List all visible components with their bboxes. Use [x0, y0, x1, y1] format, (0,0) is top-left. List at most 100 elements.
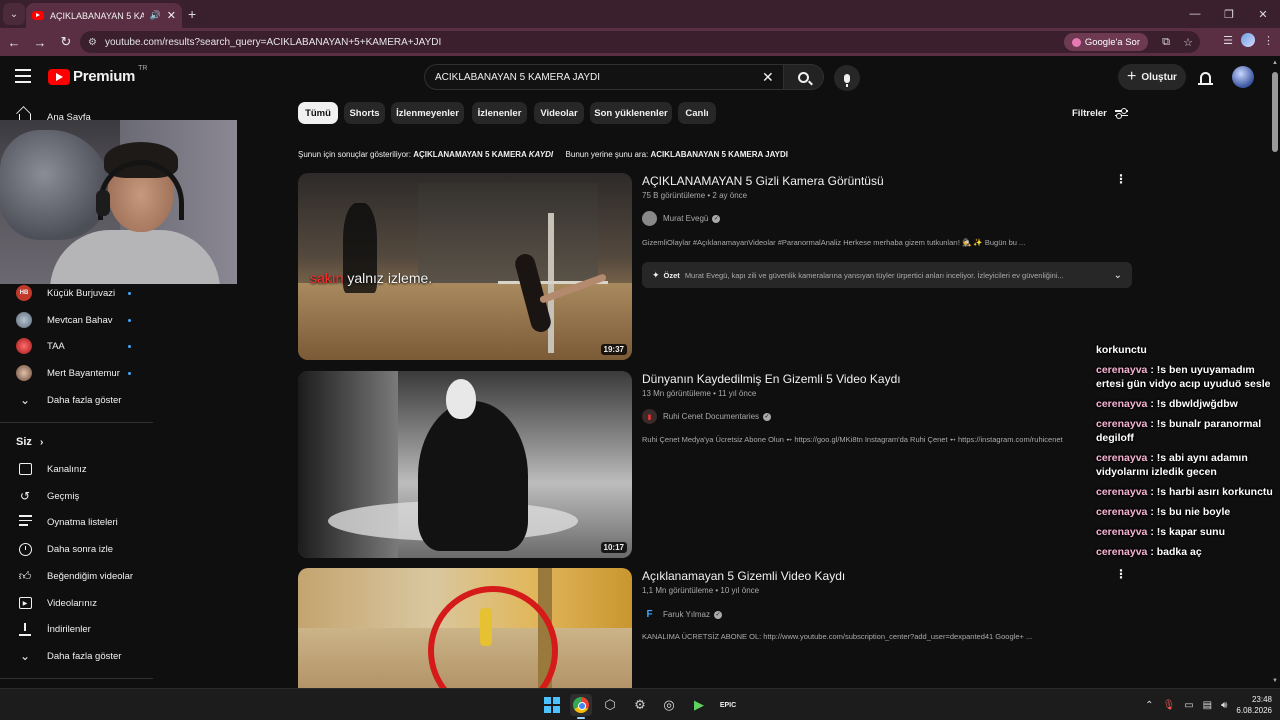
- youtube-logo[interactable]: Premium TR: [48, 65, 147, 85]
- search-button[interactable]: [784, 64, 824, 90]
- volume-icon[interactable]: 🔊︎: [1221, 700, 1227, 711]
- video-duration: 19:37: [600, 344, 627, 355]
- sidebar-item-label: Kanalınız: [47, 463, 87, 475]
- new-tab-button[interactable]: +: [188, 6, 196, 22]
- corrected-query-link[interactable]: AÇIKLANAMAYAN 5 KAMERA KAYDI: [413, 150, 553, 159]
- video-title[interactable]: AÇIKLANAMAYAN 5 Gizli Kamera Görüntüsü: [642, 174, 884, 188]
- channel-name[interactable]: Faruk Yılmaz: [663, 610, 710, 619]
- notifications-button[interactable]: [1196, 68, 1214, 86]
- sidebar-item-your-channel[interactable]: Kanalınız: [0, 456, 153, 482]
- video-thumbnail[interactable]: [298, 568, 632, 688]
- chip-recently-uploaded[interactable]: Son yüklenenler: [590, 102, 672, 124]
- chip-watched[interactable]: İzlenenler: [472, 102, 527, 124]
- history-icon: ↺: [19, 489, 31, 503]
- chevron-down-icon[interactable]: ⌄: [1114, 270, 1122, 281]
- back-button[interactable]: ←: [2, 30, 26, 54]
- google-ask-button[interactable]: Google'a Sor: [1063, 33, 1148, 51]
- browser-tab[interactable]: AÇIKLABANAYAN 5 KAMER 🔊 ✕: [26, 3, 182, 28]
- video-thumbnail[interactable]: sakın yalnız izleme. 19:37: [298, 173, 632, 360]
- chevron-up-icon[interactable]: ⌃: [1145, 700, 1153, 711]
- reading-list-icon[interactable]: ☰: [1223, 34, 1233, 47]
- verified-icon: ✓: [713, 610, 722, 619]
- filters-button[interactable]: Filtreler: [1072, 107, 1128, 119]
- plus-icon: +: [1127, 68, 1137, 85]
- audio-icon[interactable]: 🔊: [150, 10, 161, 21]
- chip-all[interactable]: Tümü: [298, 102, 338, 124]
- chip-videos[interactable]: Videolar: [534, 102, 584, 124]
- channel-name[interactable]: Ruhi Cenet Documentaries: [663, 412, 759, 421]
- epic-games-icon: EPIC: [719, 701, 737, 709]
- channel-link[interactable]: F Faruk Yılmaz ✓: [642, 607, 722, 622]
- microphone-icon[interactable]: 🎙︎: [1162, 700, 1175, 711]
- site-info-icon[interactable]: ⚙: [88, 37, 97, 48]
- chat-text: : !s dbwldjwğdbw: [1150, 398, 1238, 410]
- original-query-link[interactable]: ACIKLABANAYAN 5 KAMERA JAYDI: [651, 150, 789, 159]
- you-section-header[interactable]: Siz ›: [16, 436, 43, 448]
- display-icon[interactable]: ▭: [1184, 700, 1193, 711]
- install-app-icon[interactable]: ⧉: [1156, 36, 1176, 49]
- taskbar-app-settings[interactable]: ⚙: [629, 694, 651, 716]
- video-title[interactable]: Açıklanamayan 5 Gizemli Video Kaydı: [642, 569, 845, 583]
- search-input[interactable]: ACIKLABANAYAN 5 KAMERA JAYDI: [424, 64, 784, 90]
- sidebar-channel-mert-bayantemur[interactable]: Mert Bayantemur: [0, 360, 153, 386]
- scroll-thumb[interactable]: [1272, 72, 1278, 152]
- close-tab-icon[interactable]: ✕: [167, 9, 176, 22]
- tab-search-button[interactable]: ⌄: [3, 3, 25, 25]
- create-button[interactable]: + Oluştur: [1118, 64, 1186, 90]
- channel-link[interactable]: ▮ Ruhi Cenet Documentaries ✓: [642, 409, 772, 424]
- bookmark-star-icon[interactable]: ☆: [1178, 36, 1198, 49]
- video-description: KANALIMA ÜCRETSİZ ABONE OL: http://www.y…: [642, 632, 1033, 641]
- video-title[interactable]: Dünyanın Kaydedilmiş En Gizemli 5 Video …: [642, 372, 901, 386]
- webcam-overlay: [0, 120, 237, 284]
- account-avatar[interactable]: [1232, 66, 1254, 88]
- url-text[interactable]: youtube.com/results?search_query=ACIKLAB…: [105, 37, 1064, 48]
- maximize-button[interactable]: ❐: [1212, 0, 1246, 28]
- address-bar[interactable]: ⚙ youtube.com/results?search_query=ACIKL…: [80, 31, 1200, 53]
- chip-unwatched[interactable]: İzlenmeyenler: [391, 102, 464, 124]
- sidebar-item-history[interactable]: ↺ Geçmiş: [0, 483, 153, 509]
- channel-name[interactable]: Murat Evegü: [663, 214, 708, 223]
- close-window-button[interactable]: ✕: [1246, 0, 1280, 28]
- taskbar-app-hexagon[interactable]: ⬡: [599, 694, 621, 716]
- channel-avatar[interactable]: [642, 211, 657, 226]
- more-actions-icon[interactable]: ⋮: [1115, 172, 1127, 186]
- clock[interactable]: 23:48 6.08.2026: [1236, 694, 1272, 716]
- sidebar-item-liked-videos[interactable]: 👍︎ Beğendiğim videolar: [0, 563, 153, 589]
- chevron-down-icon: ⌄: [19, 649, 31, 663]
- taskbar-chrome[interactable]: [570, 694, 592, 716]
- minimize-button[interactable]: —: [1178, 0, 1212, 28]
- clear-search-icon[interactable]: ✕: [762, 69, 774, 86]
- start-button[interactable]: [541, 694, 563, 716]
- taskbar-app-obs[interactable]: ◎: [658, 694, 680, 716]
- more-actions-icon[interactable]: ⋮: [1115, 567, 1127, 581]
- sidebar-item-playlists[interactable]: Oynatma listeleri: [0, 509, 153, 535]
- channel-avatar[interactable]: ▮: [642, 409, 657, 424]
- sidebar-item-your-videos[interactable]: ▶ Videolarınız: [0, 590, 153, 616]
- google-lens-icon: [1071, 37, 1081, 47]
- menu-icon[interactable]: [15, 69, 31, 87]
- show-more-channels[interactable]: ⌄ Daha fazla göster: [0, 387, 153, 413]
- ai-summary[interactable]: ✦ Özet Murat Evegü, kapı zili ve güvenli…: [642, 262, 1132, 288]
- network-icon[interactable]: ▤: [1203, 700, 1212, 711]
- voice-search-button[interactable]: [834, 65, 860, 91]
- chip-shorts[interactable]: Shorts: [344, 102, 385, 124]
- sidebar-item-watch-later[interactable]: Daha sonra izle: [0, 536, 153, 562]
- sidebar-channel-taa[interactable]: TAA: [0, 333, 153, 359]
- chrome-menu-icon[interactable]: ⋮: [1263, 34, 1274, 47]
- reload-button[interactable]: ↻: [54, 30, 78, 54]
- channel-avatar[interactable]: F: [642, 607, 657, 622]
- channel-link[interactable]: Murat Evegü ✓: [642, 211, 721, 226]
- taskbar-app-play[interactable]: ▶: [688, 694, 710, 716]
- window-controls: — ❐ ✕: [1178, 0, 1280, 28]
- taskbar-app-epic[interactable]: EPIC: [717, 694, 739, 716]
- scroll-up-icon[interactable]: ▲: [1272, 60, 1278, 66]
- toolbar-right: ☰ ⋮: [1223, 33, 1274, 47]
- sidebar-item-downloads[interactable]: İndirilenler: [0, 616, 153, 642]
- video-thumbnail[interactable]: 10:17: [298, 371, 632, 558]
- forward-button[interactable]: →: [28, 30, 52, 54]
- profile-icon[interactable]: [1241, 33, 1255, 47]
- sidebar-item-show-more[interactable]: ⌄ Daha fazla göster: [0, 643, 153, 669]
- chip-live[interactable]: Canlı: [678, 102, 716, 124]
- scroll-down-icon[interactable]: ▼: [1272, 678, 1278, 684]
- sidebar-channel-mevtcan-bahav[interactable]: Mevtcan Bahav: [0, 307, 153, 333]
